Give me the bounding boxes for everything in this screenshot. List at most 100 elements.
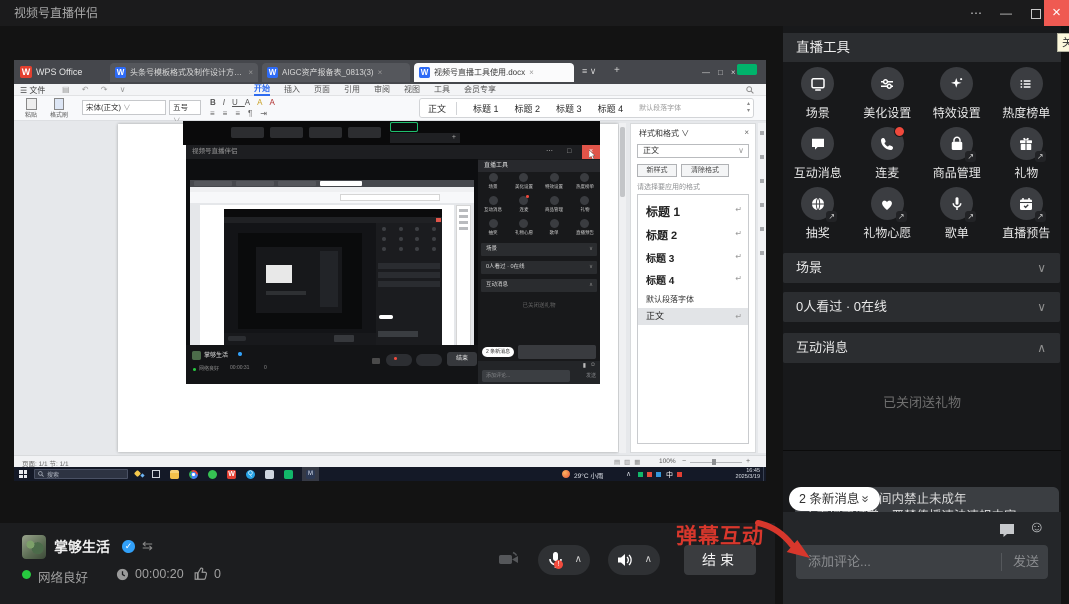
lottery-ball-icon: ↗: [801, 187, 834, 220]
ribbon-tab: 引用: [344, 84, 360, 95]
nested-section: 0人看过 · 0在线∨: [481, 261, 597, 274]
nested-tool: 商品管理: [539, 196, 570, 219]
nested-new-message-pill: 2 条新消息: [482, 347, 514, 357]
comment-icon[interactable]: [999, 523, 1015, 538]
nested-network-status: 网络良好: [199, 365, 219, 372]
wps-logo-icon: W: [20, 66, 32, 78]
style-item: 标题 3: [556, 102, 582, 115]
annotation-arrow: [752, 518, 822, 566]
tab-close-icon: ×: [378, 68, 383, 77]
windows-taskbar: 搜索 W Q M 29°C 小雨 ∧ 中 16:45: [14, 467, 766, 481]
section-scene[interactable]: 场景 ∨: [783, 253, 1060, 283]
send-button[interactable]: 发送: [1013, 545, 1039, 579]
embedded-scene-toolbar: +: [183, 121, 600, 145]
nested-wps-window: [190, 180, 474, 356]
tool-playlist[interactable]: ↗ 歌单: [922, 182, 992, 242]
tool-gift-wishes[interactable]: ↗ 礼物心愿: [853, 182, 923, 242]
nested-comment-input: 添加评论...: [482, 370, 570, 382]
camera-disabled-icon[interactable]: [498, 550, 522, 569]
ribbon-tab: 审阅: [374, 84, 390, 95]
style-item: 标题 2: [515, 102, 541, 115]
nested-app-window: 视频号直播伴侣 ⋯ □ × 关闭: [186, 145, 600, 384]
annotation-danmu-label: 弹幕互动: [676, 520, 764, 550]
swap-scene-icon[interactable]: ⇆: [142, 538, 153, 554]
comment-input[interactable]: 添加评论... 发送: [796, 545, 1048, 579]
l2-tool-grid: [376, 223, 442, 257]
nested-sidebar: 直播工具 场景 美化设置 特效设置 热度榜单 互动消息 连麦 商品管理 礼物 抽…: [478, 159, 600, 384]
ribbon-tab: 视图: [404, 84, 420, 95]
close-tooltip: 关: [1057, 33, 1069, 52]
tool-gifts[interactable]: ↗ 礼物: [992, 122, 1062, 182]
style-list-item: 标题 1: [646, 203, 680, 220]
l3-sidebar: [320, 251, 338, 307]
section-interactive-messages[interactable]: 互动消息 ∧: [783, 333, 1060, 363]
new-messages-pill[interactable]: 2 条新消息»: [789, 487, 880, 511]
tool-co-streaming[interactable]: 连麦: [853, 122, 923, 182]
wps-document-area: + 视频号直播伴侣 ⋯ □ × 关闭: [14, 121, 766, 455]
scene-icon: [801, 67, 834, 100]
nested-doc-area: [190, 203, 474, 356]
live-preview-region: W WPS Office W 头条号模板格式及制作设计方式—(1) × W AI…: [14, 60, 766, 481]
ribbon-tab: 会员专享: [464, 84, 496, 95]
minimize-button[interactable]: —: [992, 0, 1020, 26]
doc-icon: W: [419, 67, 430, 78]
zoom-plus: +: [746, 458, 750, 465]
tool-lottery[interactable]: ↗ 抽奖: [783, 182, 853, 242]
document-app-icon: [265, 470, 274, 479]
external-link-icon: ↗: [1035, 151, 1046, 162]
nested-streamer-name: 掌够生活: [204, 350, 228, 359]
zoom-slider-track: [690, 462, 742, 463]
tools-header: 直播工具: [783, 33, 1061, 62]
tool-beauty-settings[interactable]: 美化设置: [853, 62, 923, 122]
tool-live-announcement[interactable]: ↗ 直播预告: [992, 182, 1062, 242]
maximize-button[interactable]: [1031, 9, 1041, 19]
wechat-app-icon: [284, 470, 293, 479]
nested-preview-region: [186, 159, 478, 345]
blue-app-icon: Q: [246, 470, 255, 479]
tool-effects-settings[interactable]: 特效设置: [922, 62, 992, 122]
tool-product-management[interactable]: ↗ 商品管理: [922, 122, 992, 182]
nested-like-count: 0: [264, 365, 267, 371]
nested-tool: 直播预告: [570, 219, 601, 242]
chrome-icon: [189, 470, 198, 479]
style-item: 默认段落字体: [639, 103, 681, 113]
l2-close: [436, 218, 441, 222]
ribbon-tab: 工具: [434, 84, 450, 95]
zoom-slider: −: [682, 458, 686, 465]
clear-format-button: 清除格式: [681, 164, 729, 177]
heart-icon: ↗: [871, 187, 904, 220]
section-viewers[interactable]: 0人看过 · 0在线 ∨: [783, 292, 1060, 322]
plus-icon: +: [452, 133, 456, 143]
styles-panel: 样式和格式 ∨ × 正文∨ 新样式 清除格式 请选择要应用的格式 标题 1↵ 标…: [630, 123, 756, 453]
nested-wps-ribbon: [190, 192, 474, 203]
search-placeholder: 搜索: [47, 470, 59, 479]
sync-badge: [737, 64, 757, 75]
chevron-up-icon[interactable]: ∧: [645, 554, 652, 565]
chevron-up-icon[interactable]: ∧: [575, 554, 582, 565]
tool-scene[interactable]: 场景: [783, 62, 853, 122]
l2-end: [334, 335, 354, 342]
wps-ribbon: 粘贴 格式刷 宋体(正文) ∨ 五号 ∨ BIUAAA ≡≡≡¶⇥ 正文 标题 …: [14, 96, 766, 121]
taskbar-search-box: 搜索: [34, 469, 128, 479]
wps-doc-tab-active: W 视频号直播工具使用.docx ×: [414, 63, 574, 82]
l2-preview: [238, 233, 362, 329]
ribbon-tab-home: 开始: [254, 83, 270, 96]
tool-popularity-ranking[interactable]: 热度榜单: [992, 62, 1062, 122]
doc-icon: W: [115, 67, 126, 78]
emoji-icon[interactable]: ☺: [1029, 519, 1045, 537]
tool-interactive-messages[interactable]: 互动消息: [783, 122, 853, 182]
nested-tool: 场景: [478, 173, 509, 196]
more-menu-button[interactable]: ⋯: [962, 0, 990, 26]
tray-icon: [647, 472, 652, 477]
tools-grid: 场景 美化设置 特效设置 热度榜单 互动消息 连麦: [783, 62, 1061, 242]
speaker-button[interactable]: ∧: [608, 545, 660, 575]
microphone-icon: ↗: [940, 187, 973, 220]
close-button[interactable]: ×: [1044, 0, 1069, 26]
nested-styles-panel: [456, 205, 471, 353]
style-item: 正文: [428, 102, 457, 115]
l3-bar: [266, 291, 306, 295]
styles-gallery: 正文 标题 1 标题 2 标题 3 标题 4 默认段落字体 ▴▾: [419, 98, 754, 118]
microphone-button[interactable]: ! ∧: [538, 545, 590, 575]
show-desktop-button: [763, 467, 767, 481]
nested-camera-icon: [372, 358, 380, 364]
